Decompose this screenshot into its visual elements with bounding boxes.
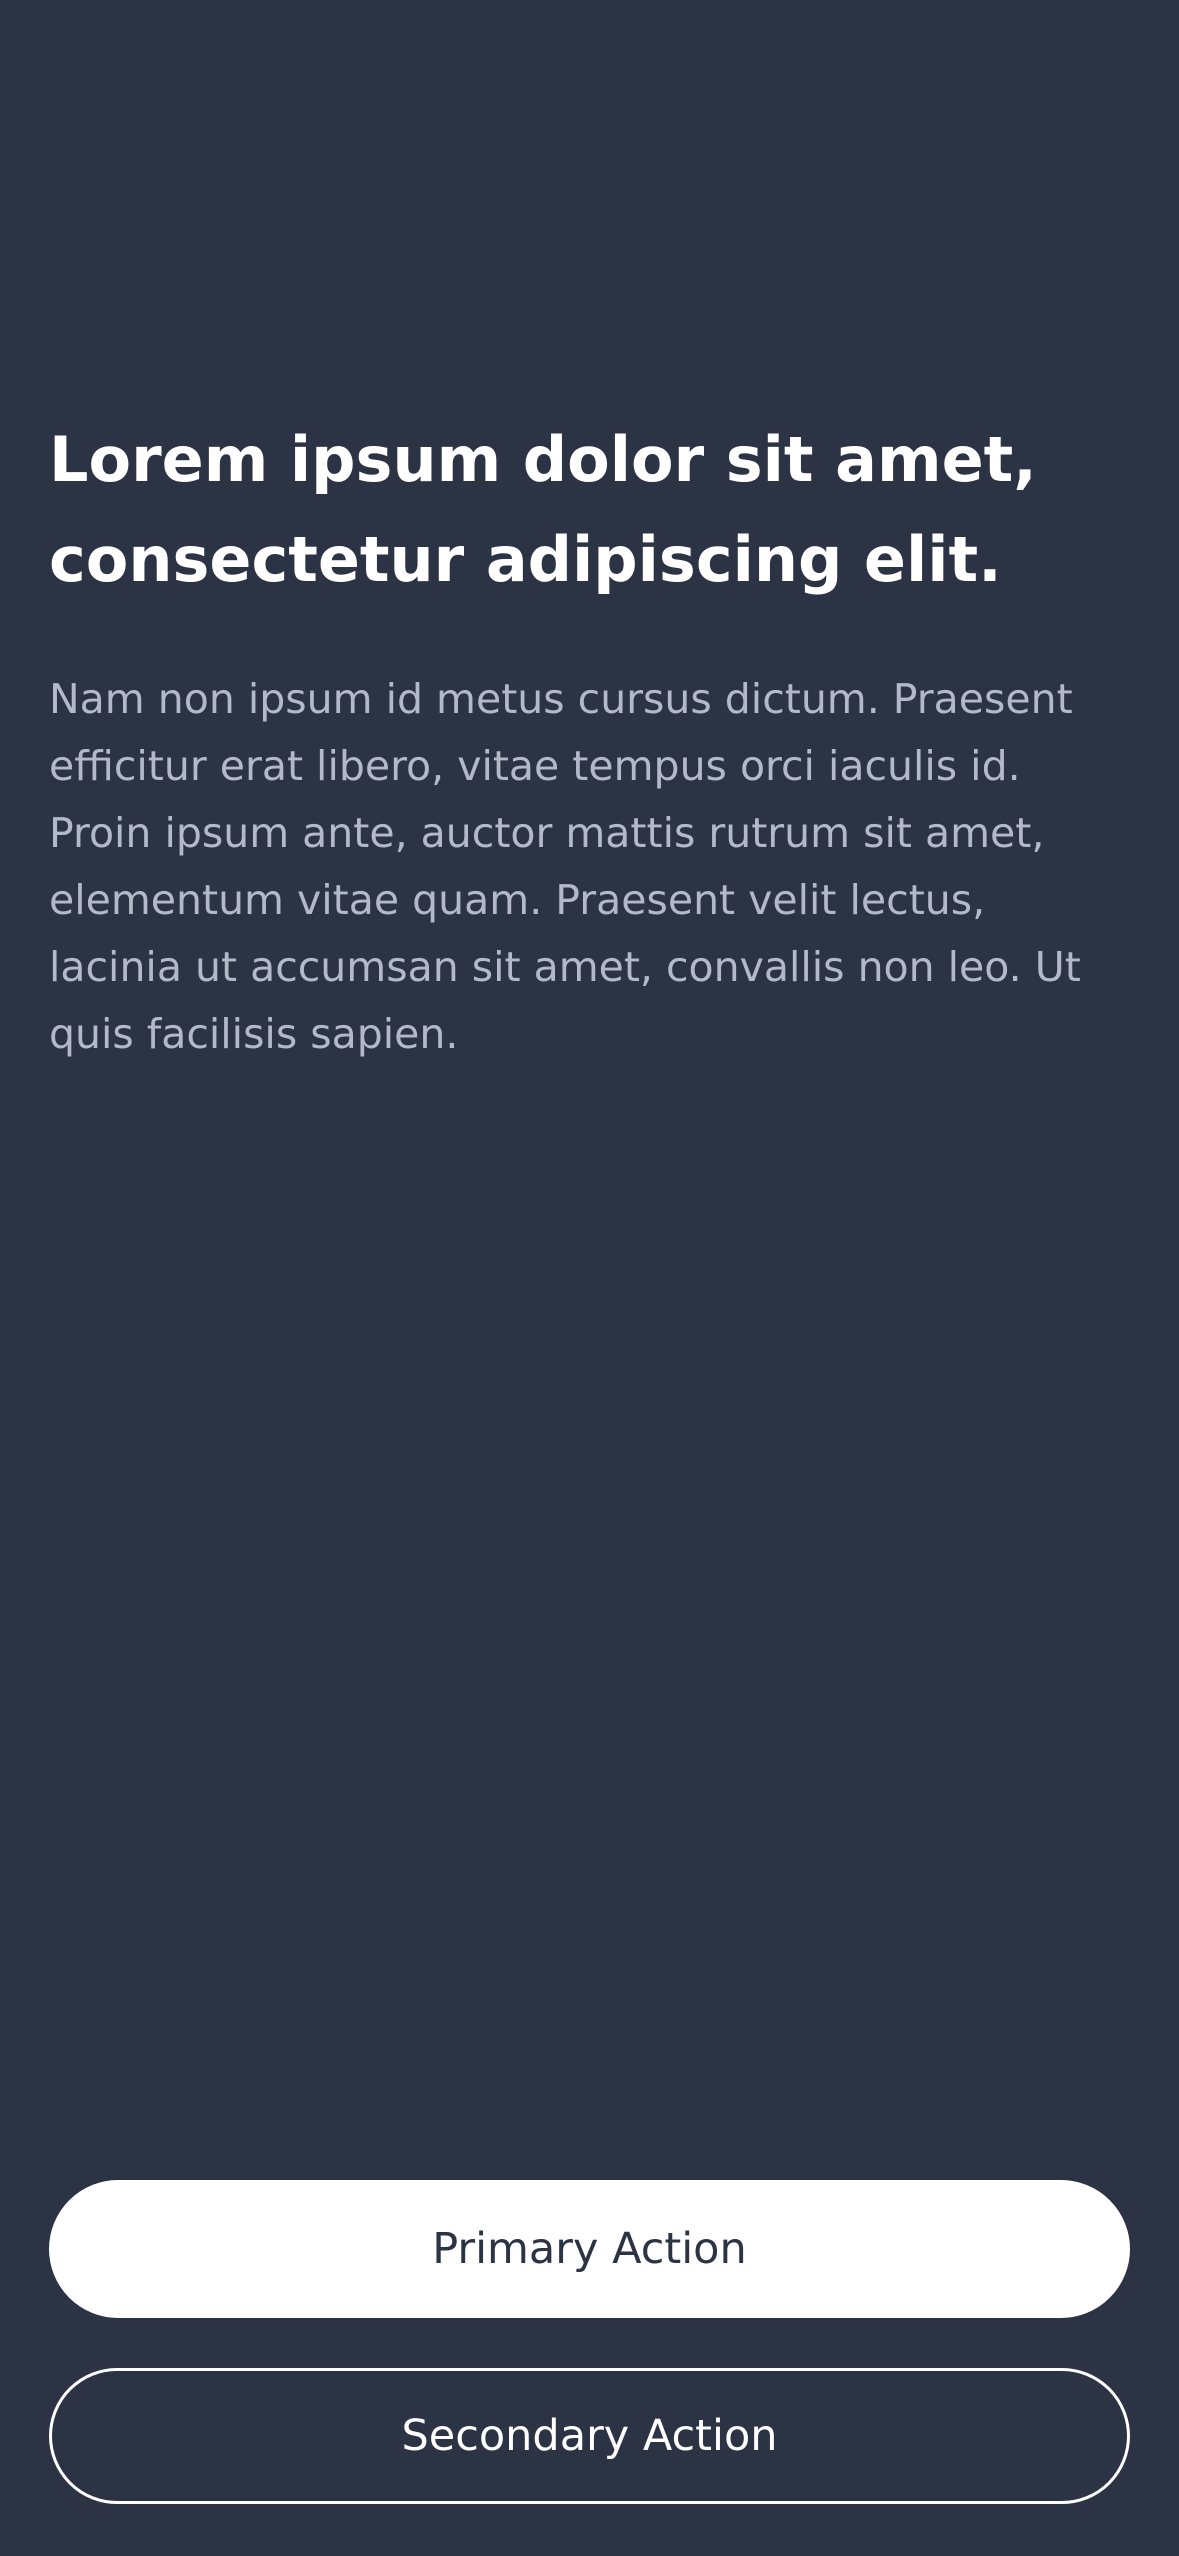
headline: Lorem ipsum dolor sit amet, consectetur …: [49, 423, 1037, 596]
body-text: Nam non ipsum id metus cursus dictum. Pr…: [49, 675, 1081, 1058]
action-buttons: Primary Action Secondary Action: [49, 2180, 1130, 2504]
primary-action-button[interactable]: Primary Action: [49, 2180, 1130, 2318]
content-section: Lorem ipsum dolor sit amet, consectetur …: [49, 410, 1130, 1068]
secondary-action-button[interactable]: Secondary Action: [49, 2368, 1130, 2504]
onboarding-screen: Lorem ipsum dolor sit amet, consectetur …: [0, 0, 1179, 2556]
